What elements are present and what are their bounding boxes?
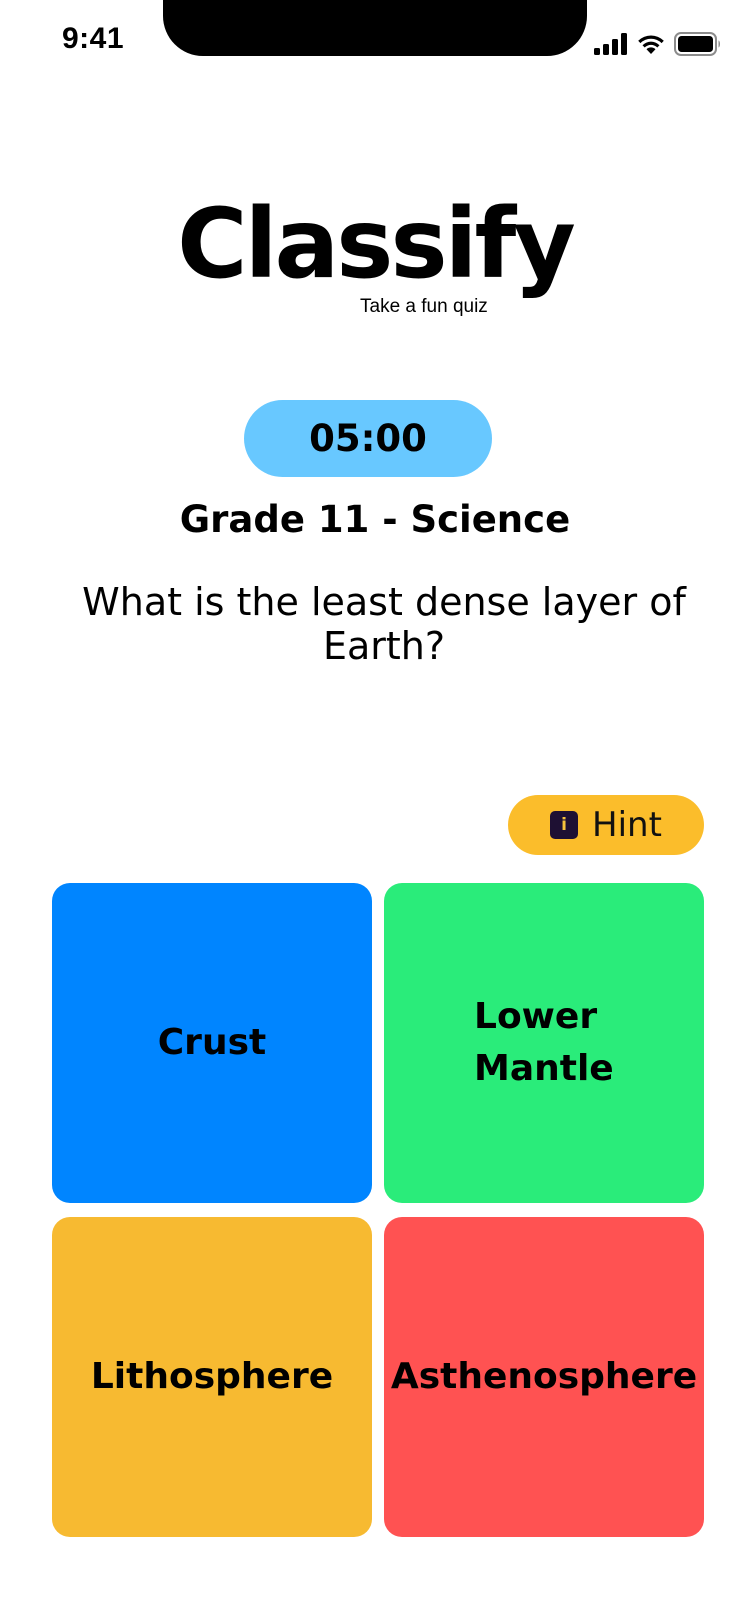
- answer-option-crust[interactable]: Crust: [52, 883, 372, 1203]
- info-icon: i: [550, 811, 579, 839]
- answer-label: Crust: [157, 1021, 267, 1063]
- answer-label: Asthenosphere: [390, 1355, 698, 1397]
- answer-option-asthenosphere[interactable]: Asthenosphere: [384, 1217, 704, 1537]
- answer-label: Lithosphere: [90, 1355, 334, 1397]
- answer-option-lithosphere[interactable]: Lithosphere: [52, 1217, 372, 1537]
- answer-label: Lower Mantle: [474, 995, 614, 1089]
- device-notch: [163, 0, 587, 56]
- app-logo-title: Classify: [177, 188, 576, 300]
- app-logo-subtitle: Take a fun quiz: [360, 296, 488, 317]
- question-text: What is the least dense layer of Earth?: [82, 580, 686, 668]
- countdown-timer: 05:00: [244, 400, 492, 477]
- answer-option-lower-mantle[interactable]: Lower Mantle: [384, 883, 704, 1203]
- status-time: 9:41: [62, 22, 125, 55]
- battery-icon: [674, 32, 720, 56]
- wifi-icon: [638, 35, 664, 54]
- hint-label: Hint: [592, 805, 662, 845]
- status-icons: [594, 32, 722, 56]
- cellular-signal-icon: [594, 33, 627, 55]
- quiz-category: Grade 11 - Science: [179, 498, 571, 541]
- hint-button[interactable]: i Hint: [508, 795, 704, 855]
